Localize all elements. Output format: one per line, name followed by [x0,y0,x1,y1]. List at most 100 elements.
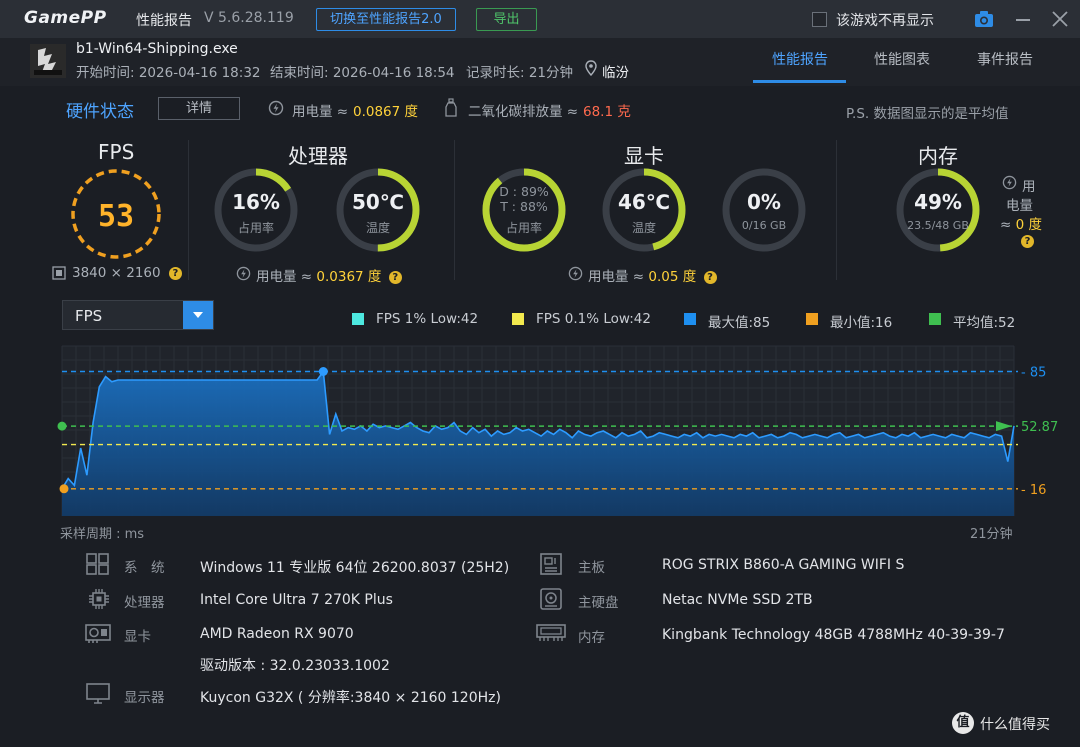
legend-swatch-01pct-low [512,313,524,325]
help-icon[interactable]: ? [168,266,182,280]
help-icon[interactable]: ? [1021,235,1034,248]
co2-bottle-icon [445,98,457,117]
monitor-icon [86,683,110,704]
ram-label: 内存 [578,630,605,646]
gpu-temp-value: 46℃ [617,190,671,214]
fps-resolution-row: 3840 × 2160 ? [72,265,182,281]
os-value: Windows 11 专业版 64位 26200.8037 (25H2) [200,560,510,576]
divider [836,140,837,280]
tab-event-report[interactable]: 事件报告 [977,49,1033,69]
watermark-badge: 值 [952,712,974,734]
location-pin-icon [585,60,597,76]
minimize-icon[interactable] [1016,19,1030,21]
gpu-icon [85,624,111,643]
legend-swatch-min [806,313,818,325]
co2-value: 68.1 克 [583,104,631,120]
disk-value: Netac NVMe SSD 2TB [662,592,813,608]
ram-value: Kingbank Technology 48GB 4788MHz 40-39-3… [662,627,1005,643]
app-version: V 5.6.28.119 [204,10,294,26]
total-power-value: 0.0867 度 [353,104,419,120]
legend-swatch-avg [929,313,941,325]
record-duration: 记录时长: 21分钟 [466,65,574,81]
gpu-power-label: 用电量 ≈ [588,269,645,285]
tab-performance-chart[interactable]: 性能图表 [874,49,930,69]
cpu-usage-value: 16% [232,190,280,214]
gpu-vram-detail: 0/16 GB [741,219,787,232]
reference-label: 52.87 [1021,420,1058,435]
detail-button[interactable]: 详情 [158,97,240,120]
power-icon [236,266,251,281]
app-logo: GamePP [24,8,107,28]
cpu-power-row: 用电量 ≈ 0.0367 度 ? [256,265,402,285]
gpu-temp-label: 温度 [631,221,656,235]
reference-label: - 16 [1021,483,1046,498]
gpu-power-row: 用电量 ≈ 0.05 度 ? [588,265,717,285]
gpu-info-label: 显卡 [124,629,151,645]
cpu-info-value: Intel Core Ultra 7 270K Plus [200,592,393,608]
monitor-value: Kuycon G32X ( 分辨率:3840 × 2160 120Hz) [200,690,501,706]
fps-value: 53 [98,199,134,234]
camera-icon[interactable] [974,10,994,28]
cpu-usage-label: 占用率 [237,221,274,235]
start-time: 开始时间: 2026-04-16 18:32 [76,65,261,81]
memory-power-line2: 电量 [1006,198,1033,214]
motherboard-icon [540,553,562,575]
metric-select-value: FPS [75,307,103,325]
os-label: 系 统 [124,560,165,576]
hardware-status-title: 硬件状态 [66,102,134,122]
legend-swatch-1pct-low [352,313,364,325]
close-icon[interactable] [1050,9,1070,29]
no-show-checkbox[interactable] [812,12,827,27]
memory-power-line1: 用 [1022,179,1036,195]
motherboard-value: ROG STRIX B860-A GAMING WIFI S [662,557,905,573]
fps-gauge: 53 [71,169,161,259]
legend-max: 最大值:85 [708,315,771,331]
motherboard-label: 主板 [578,560,605,576]
reference-label: - 85 [1021,366,1046,381]
data-marker [57,421,67,431]
gpu-t-usage: T : 88% [500,199,548,214]
chevron-down-icon [193,312,203,318]
fps-resolution: 3840 × 2160 [72,265,161,281]
active-tab-indicator [753,80,846,83]
legend-01pct-low: FPS 0.1% Low:42 [536,311,651,327]
cpu-section-title: 处理器 [288,144,348,168]
end-time: 结束时间: 2026-04-16 18:54 [270,65,455,81]
metric-select[interactable]: FPS [62,300,214,330]
cpu-icon [89,589,109,609]
legend-avg: 平均值:52 [953,315,1016,331]
gpu-usage-label: 占用率 [505,221,542,235]
divider [188,140,189,280]
cpu-info-label: 处理器 [124,595,165,611]
help-icon[interactable]: ? [388,270,402,284]
data-marker [318,367,328,376]
dropdown-arrow[interactable] [183,301,213,329]
gpu-d-usage: D : 89% [499,184,549,199]
monitor-label: 显示器 [124,690,165,706]
legend-swatch-max [684,313,696,325]
x-axis-end-label: 21分钟 [970,527,1013,542]
legend-min: 最小值:16 [830,315,893,331]
x-axis-caption: 采样周期 : ms [60,527,145,542]
fps-section-title: FPS [98,140,135,164]
resolution-icon [52,266,66,280]
disk-icon [540,588,562,610]
memory-power-value: 0 度 [1015,217,1042,233]
data-marker [59,484,69,494]
process-name: b1-Win64-Shipping.exe [76,41,238,57]
average-note: P.S. 数据图显示的是平均值 [846,106,1009,122]
memory-usage-value: 49% [914,190,962,214]
windows-icon [86,553,109,575]
gpu-driver-version: 驱动版本 : 32.0.23033.1002 [200,658,390,674]
watermark-text: 什么值得买 [980,717,1050,733]
export-button[interactable]: 导出 [476,8,537,31]
switch-report-2-button[interactable]: 切换至性能报告2.0 [316,8,456,31]
power-icon [1002,175,1017,190]
total-power-label: 用电量 ≈ [292,104,349,120]
gpu-power-value: 0.05 度 [648,269,697,285]
tab-performance-report[interactable]: 性能报告 [772,49,828,69]
no-show-label[interactable]: 该游戏不再显示 [836,10,934,30]
power-icon [268,100,284,116]
help-icon[interactable]: ? [703,270,717,284]
memory-power-prefix: ≈ [1000,217,1012,233]
